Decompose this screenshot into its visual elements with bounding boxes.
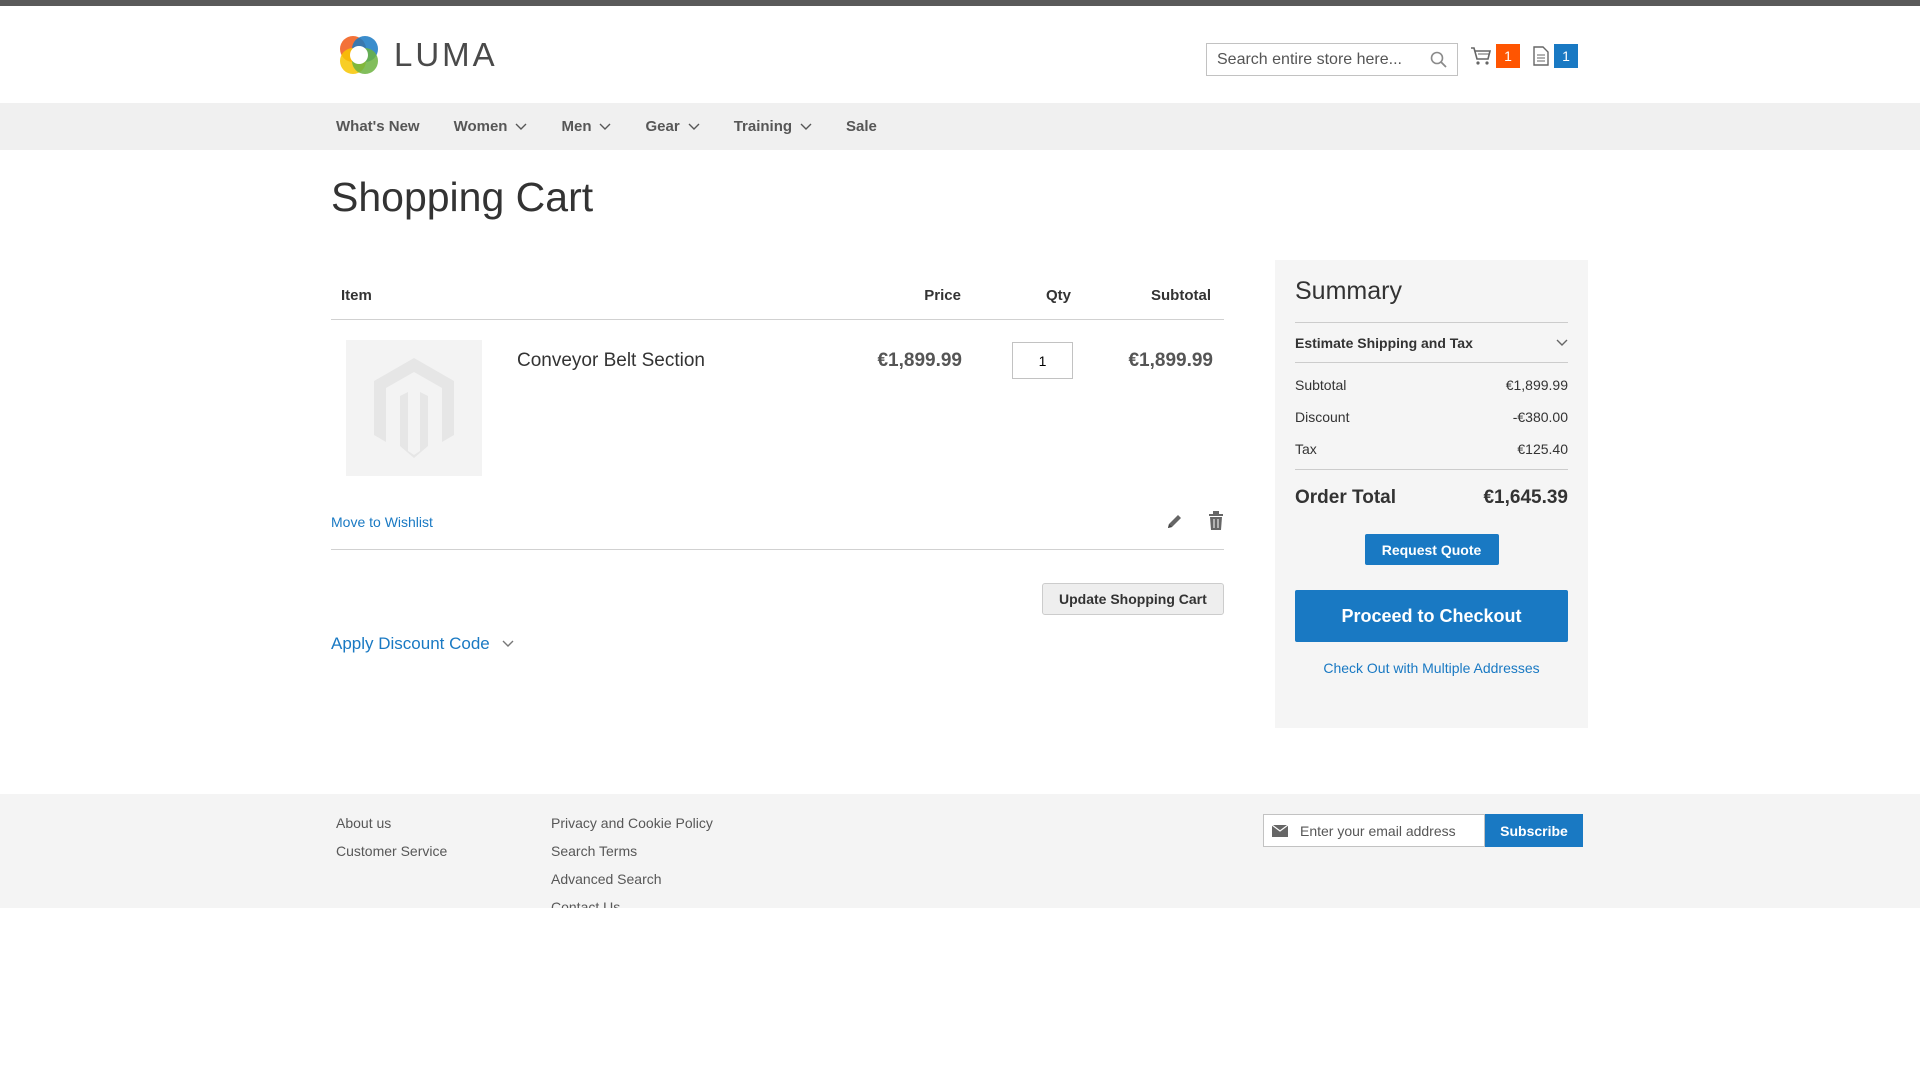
main-nav: What's New Women Men Gear Training Sale bbox=[0, 103, 1920, 150]
summary-line-discount: Discount -€380.00 bbox=[1295, 401, 1568, 433]
footer-link-privacy[interactable]: Privacy and Cookie Policy bbox=[551, 813, 713, 841]
search-input[interactable] bbox=[1217, 50, 1417, 69]
footer-links-col-2: Privacy and Cookie Policy Search Terms A… bbox=[551, 813, 713, 908]
cart-table: Item Price Qty Subtotal Conveyor Belt Se… bbox=[331, 272, 1224, 550]
summary-line-tax: Tax €125.40 bbox=[1295, 433, 1568, 465]
placeholder-image-icon bbox=[374, 358, 454, 458]
minicart[interactable]: 1 bbox=[1470, 44, 1520, 68]
nav-label: Sale bbox=[846, 118, 877, 135]
summary-line-label: Discount bbox=[1295, 409, 1350, 425]
footer-link-about[interactable]: About us bbox=[336, 813, 447, 841]
footer-link-customer-service[interactable]: Customer Service bbox=[336, 841, 447, 869]
order-total-value: €1,645.39 bbox=[1483, 487, 1568, 508]
cart-item-row: Conveyor Belt Section €1,899.99 €1,899.9… bbox=[331, 320, 1224, 495]
nav-label: Women bbox=[453, 118, 508, 135]
column-header-subtotal: Subtotal bbox=[1151, 287, 1211, 304]
summary-title: Summary bbox=[1295, 277, 1402, 305]
apply-discount-toggle[interactable]: Apply Discount Code bbox=[331, 634, 514, 654]
newsletter-email-field[interactable] bbox=[1263, 814, 1485, 847]
product-subtotal: €1,899.99 bbox=[1128, 350, 1213, 371]
cart-table-header: Item Price Qty Subtotal bbox=[331, 272, 1224, 320]
qty-input[interactable] bbox=[1012, 342, 1073, 379]
product-thumbnail[interactable] bbox=[346, 340, 482, 476]
update-cart-button[interactable]: Update Shopping Cart bbox=[1042, 583, 1224, 615]
site-header: LUMA 1 1 bbox=[0, 6, 1920, 103]
luma-logo-icon bbox=[340, 36, 378, 74]
column-header-price: Price bbox=[924, 287, 961, 304]
summary-line-value: -€380.00 bbox=[1512, 409, 1568, 425]
chevron-down-icon bbox=[800, 123, 812, 130]
order-total: Order Total €1,645.39 bbox=[1295, 470, 1568, 526]
chevron-down-icon bbox=[502, 640, 514, 647]
proceed-to-checkout-button[interactable]: Proceed to Checkout bbox=[1295, 590, 1568, 642]
summary-line-label: Subtotal bbox=[1295, 377, 1347, 393]
summary-totals: Subtotal €1,899.99 Discount -€380.00 Tax… bbox=[1295, 363, 1568, 470]
search-box[interactable] bbox=[1206, 43, 1458, 76]
compare-link[interactable]: 1 bbox=[1532, 44, 1578, 68]
compare-count-badge: 1 bbox=[1554, 44, 1578, 68]
move-to-wishlist-link[interactable]: Move to Wishlist bbox=[331, 514, 433, 530]
nav-label: What's New bbox=[336, 118, 420, 135]
logo-text: LUMA bbox=[394, 36, 498, 73]
nav-item-whats-new[interactable]: What's New bbox=[336, 118, 420, 135]
summary-line-label: Tax bbox=[1295, 441, 1317, 457]
site-footer: About us Customer Service Privacy and Co… bbox=[0, 794, 1920, 908]
order-total-label: Order Total bbox=[1295, 487, 1396, 508]
page-title: Shopping Cart bbox=[331, 174, 594, 220]
product-name[interactable]: Conveyor Belt Section bbox=[517, 350, 705, 372]
nav-item-gear[interactable]: Gear bbox=[645, 118, 700, 135]
summary-line-value: €1,899.99 bbox=[1505, 377, 1568, 393]
column-header-item: Item bbox=[341, 287, 372, 304]
newsletter-email-input[interactable] bbox=[1300, 822, 1470, 839]
compare-list-icon[interactable] bbox=[1532, 46, 1550, 66]
cart-icon[interactable] bbox=[1470, 46, 1492, 66]
multi-address-checkout-link[interactable]: Check Out with Multiple Addresses bbox=[1295, 660, 1568, 676]
nav-label: Training bbox=[733, 118, 793, 135]
footer-link-advanced-search[interactable]: Advanced Search bbox=[551, 869, 713, 897]
nav-label: Gear bbox=[645, 118, 680, 135]
trash-icon[interactable] bbox=[1208, 511, 1224, 531]
search-icon[interactable] bbox=[1430, 51, 1447, 68]
edit-pencil-icon[interactable] bbox=[1166, 513, 1183, 530]
column-header-qty: Qty bbox=[1045, 287, 1071, 304]
cart-item-actions: Move to Wishlist bbox=[331, 495, 1224, 550]
footer-link-search-terms[interactable]: Search Terms bbox=[551, 841, 713, 869]
nav-item-women[interactable]: Women bbox=[454, 118, 528, 135]
logo[interactable]: LUMA bbox=[337, 33, 498, 77]
nav-item-sale[interactable]: Sale bbox=[846, 118, 877, 135]
footer-links-col-1: About us Customer Service bbox=[336, 813, 447, 869]
nav-item-training[interactable]: Training bbox=[734, 118, 812, 135]
order-summary: Summary Estimate Shipping and Tax Subtot… bbox=[1275, 260, 1588, 728]
summary-line-subtotal: Subtotal €1,899.99 bbox=[1295, 369, 1568, 401]
chevron-down-icon bbox=[515, 123, 527, 130]
estimate-shipping-label: Estimate Shipping and Tax bbox=[1295, 334, 1473, 351]
subscribe-button[interactable]: Subscribe bbox=[1485, 814, 1583, 847]
chevron-down-icon bbox=[688, 123, 700, 130]
request-quote-button[interactable]: Request Quote bbox=[1364, 534, 1499, 565]
summary-line-value: €125.40 bbox=[1517, 441, 1568, 457]
chevron-down-icon bbox=[1556, 339, 1568, 346]
estimate-shipping-toggle[interactable]: Estimate Shipping and Tax bbox=[1295, 322, 1568, 363]
cart-count-badge: 1 bbox=[1496, 44, 1520, 68]
apply-discount-label: Apply Discount Code bbox=[331, 634, 490, 653]
chevron-down-icon bbox=[599, 123, 611, 130]
nav-label: Men bbox=[561, 118, 592, 135]
newsletter-form: Subscribe bbox=[1263, 814, 1583, 847]
envelope-icon bbox=[1272, 824, 1288, 837]
product-price: €1,899.99 bbox=[877, 350, 962, 371]
footer-link-contact[interactable]: Contact Us bbox=[551, 897, 713, 908]
nav-item-men[interactable]: Men bbox=[561, 118, 611, 135]
